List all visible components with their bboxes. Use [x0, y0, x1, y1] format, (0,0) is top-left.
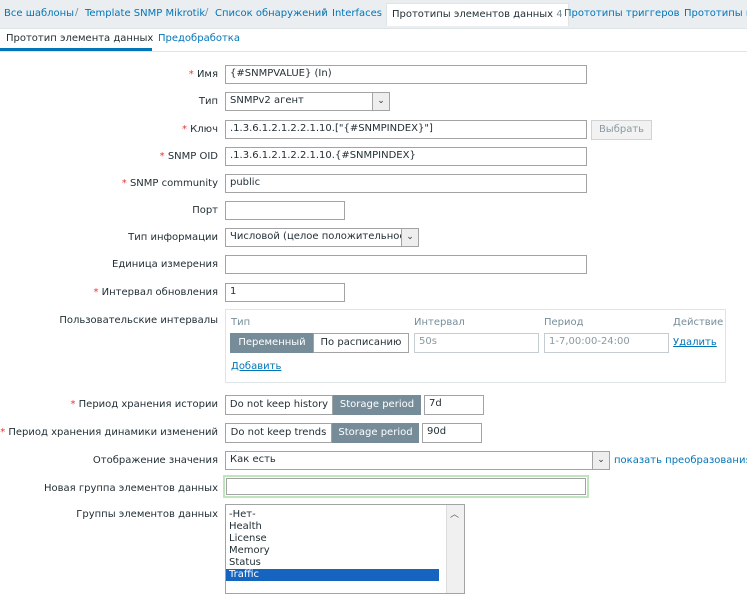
- period-input[interactable]: 1-7,00:00-24:00: [544, 333, 669, 353]
- type-label: Тип: [198, 96, 218, 107]
- trends-do-not-keep-button[interactable]: Do not keep trends: [225, 423, 332, 443]
- tab-item-prototype[interactable]: Прототип элемента данных: [6, 33, 153, 44]
- type-select-value: SNMPv2 агент: [230, 95, 304, 106]
- info-type-label: Тип информации: [128, 232, 218, 243]
- breadcrumb-item-prototypes[interactable]: Прототипы элементов данных 4: [386, 3, 569, 26]
- type-select[interactable]: SNMPv2 агент ⌄: [225, 92, 390, 111]
- active-tab-indicator: [0, 48, 152, 51]
- key-label: * Ключ: [181, 124, 218, 135]
- units-label: Единица измерения: [112, 259, 218, 270]
- breadcrumb-separator: /: [75, 7, 79, 18]
- form-tabs: Прототип элемента данных Предобработка: [0, 29, 747, 52]
- apps-option-none[interactable]: -Нет-: [229, 509, 256, 521]
- history-storage-period-button[interactable]: Storage period: [333, 395, 421, 415]
- custom-intervals-label: Пользовательские интервалы: [59, 315, 218, 326]
- units-input[interactable]: [225, 255, 587, 274]
- breadcrumb-trigger-prototypes[interactable]: Прототипы триггеров: [564, 8, 680, 19]
- breadcrumb-all-templates[interactable]: Все шаблоны: [4, 8, 74, 19]
- select-key-button[interactable]: Выбрать: [591, 120, 652, 140]
- tab-preprocessing[interactable]: Предобработка: [158, 33, 240, 44]
- item-prototypes-count: 4: [556, 9, 563, 20]
- breadcrumb-separator: /: [205, 7, 209, 18]
- show-value-select[interactable]: Как есть ⌄: [225, 451, 610, 470]
- scroll-up-icon[interactable]: ︿: [450, 507, 459, 520]
- apps-label: Группы элементов данных: [76, 509, 218, 520]
- interval-type-scheduling[interactable]: По расписанию: [313, 333, 409, 353]
- apps-listbox-scrollbar[interactable]: ︿: [446, 505, 464, 593]
- snmp-community-label: * SNMP community: [121, 178, 218, 189]
- chevron-down-icon: ⌄: [372, 93, 389, 110]
- apps-option-memory[interactable]: Memory: [229, 545, 270, 557]
- apps-option-license[interactable]: License: [229, 533, 267, 545]
- snmp-oid-input[interactable]: .1.3.6.1.2.1.2.2.1.10.{#SNMPINDEX}: [225, 147, 587, 166]
- breadcrumb-interfaces[interactable]: Interfaces: [332, 8, 382, 19]
- new-app-label: Новая группа элементов данных: [44, 483, 218, 494]
- history-label: * Период хранения истории: [70, 399, 218, 410]
- chevron-down-icon: ⌄: [592, 452, 609, 469]
- remove-interval-link[interactable]: Удалить: [673, 337, 717, 348]
- show-value-mappings-link[interactable]: показать преобразования з: [614, 455, 747, 466]
- trends-period-input[interactable]: 90d: [422, 423, 482, 443]
- info-type-select-value: Числовой (целое положительное): [230, 231, 410, 242]
- breadcrumb-template[interactable]: Template SNMP Mikrotik: [85, 8, 205, 19]
- chevron-down-icon: ⌄: [401, 229, 418, 246]
- apps-option-health[interactable]: Health: [229, 521, 262, 533]
- interval-input[interactable]: 50s: [414, 333, 539, 353]
- port-input[interactable]: [225, 201, 345, 220]
- custom-intervals-header-interval: Интервал: [414, 317, 465, 328]
- custom-intervals-header-action: Действие: [673, 317, 724, 328]
- custom-intervals-header-period: Период: [544, 317, 584, 328]
- custom-intervals-header-type: Тип: [231, 317, 251, 328]
- breadcrumb-item-prototypes-label: Прототипы элементов данных: [392, 9, 554, 20]
- breadcrumb: Все шаблоны / Template SNMP Mikrotik / С…: [0, 0, 747, 29]
- update-interval-label: * Интервал обновления: [93, 287, 218, 298]
- show-value-select-value: Как есть: [230, 454, 276, 465]
- show-value-label: Отображение значения: [92, 455, 218, 466]
- custom-intervals-table: Тип Интервал Период Действие Переменный …: [225, 309, 726, 383]
- add-interval-link[interactable]: Добавить: [231, 361, 281, 372]
- snmp-community-input[interactable]: public: [225, 174, 587, 193]
- info-type-select[interactable]: Числовой (целое положительное) ⌄: [225, 228, 419, 247]
- snmp-oid-label: * SNMP OID: [159, 151, 218, 162]
- port-label: Порт: [192, 205, 218, 216]
- trends-storage-period-button[interactable]: Storage period: [332, 423, 419, 443]
- apps-option-traffic[interactable]: Traffic: [226, 569, 439, 581]
- name-input[interactable]: {#SNMPVALUE} (In): [225, 65, 587, 84]
- breadcrumb-graph-prototypes[interactable]: Прототипы г: [684, 8, 747, 19]
- breadcrumb-discovery-list[interactable]: Список обнаружений: [215, 8, 328, 19]
- name-label: * Имя: [188, 69, 218, 80]
- apps-option-status[interactable]: Status: [229, 557, 261, 569]
- key-input[interactable]: .1.3.6.1.2.1.2.2.1.10.["{#SNMPINDEX}"]: [225, 120, 587, 139]
- breadcrumb-separator: /: [322, 7, 326, 18]
- update-interval-input[interactable]: 1: [225, 283, 345, 302]
- history-period-input[interactable]: 7d: [424, 395, 484, 415]
- trends-label: * Период хранения динамики изменений: [0, 427, 218, 438]
- new-app-input[interactable]: [226, 478, 586, 495]
- history-do-not-keep-button[interactable]: Do not keep history: [225, 395, 333, 415]
- interval-type-flexible[interactable]: Переменный: [230, 333, 314, 353]
